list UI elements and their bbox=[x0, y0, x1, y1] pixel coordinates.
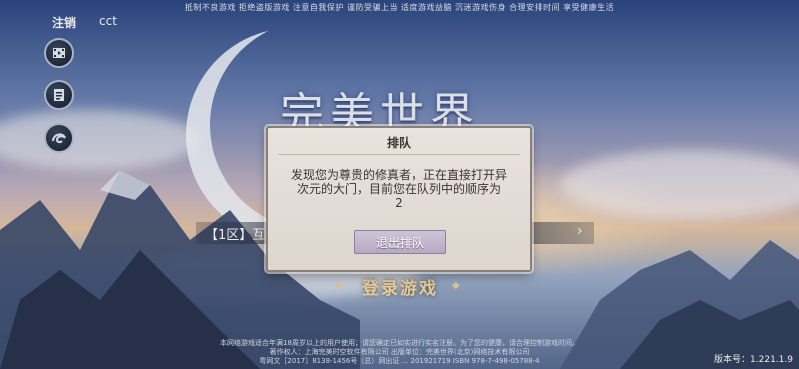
dialog-title: 排队 bbox=[386, 136, 411, 150]
dialog-divider bbox=[278, 154, 520, 155]
queue-position: 2 bbox=[395, 196, 403, 210]
dialog-message: 发现您为尊贵的修真者，正在直接打开异次元的大门，目前您在队列中的顺序为 bbox=[290, 168, 507, 196]
dialog-message-block: 发现您为尊贵的修真者，正在直接打开异次元的大门，目前您在队列中的顺序为 2 bbox=[286, 168, 512, 210]
queue-dialog: 排队 发现您为尊贵的修真者，正在直接打开异次元的大门，目前您在队列中的顺序为 2… bbox=[266, 126, 532, 272]
exit-queue-button[interactable]: 退出排队 bbox=[354, 230, 446, 254]
